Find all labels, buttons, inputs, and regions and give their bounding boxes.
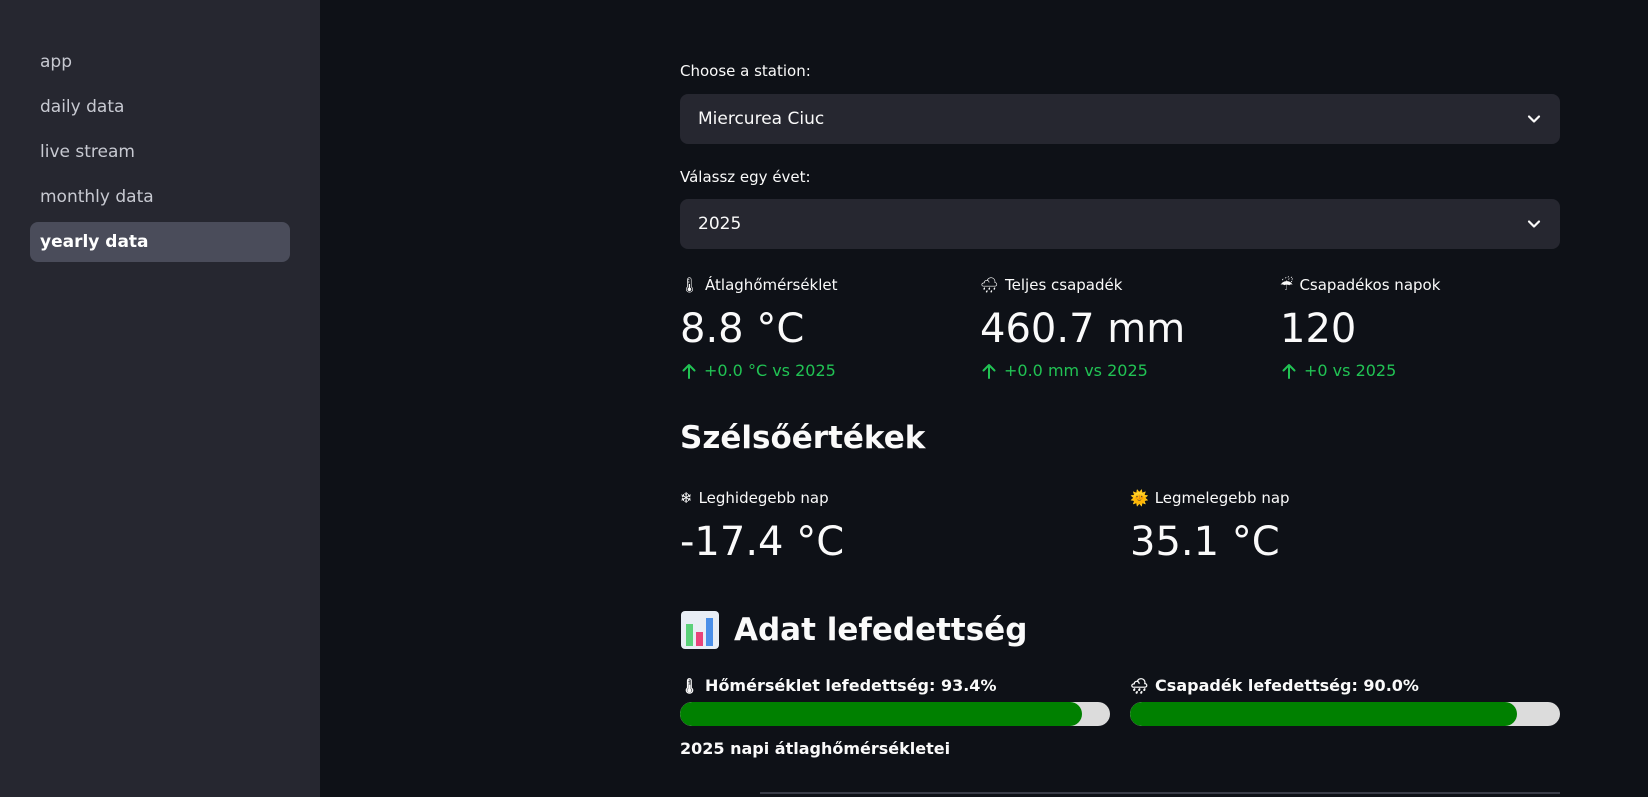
metric-value: -17.4 °C [680, 519, 845, 565]
metric-value: 460.7 mm [980, 306, 1186, 352]
station-select-label: Choose a station: [680, 62, 811, 80]
main-content: Choose a station: Miercurea Ciuc Válassz… [680, 0, 1560, 797]
arrow-up-icon [982, 363, 996, 379]
metric-label: Leghidegebb nap [698, 489, 829, 507]
metric-warmest-day: 🌞 Legmelegebb nap 35.1 °C [1130, 488, 1290, 566]
temperature-coverage-text: Hőmérséklet lefedettség: 93.4% [705, 676, 997, 695]
year-select[interactable]: 2025 [680, 199, 1560, 249]
metric-delta: +0.0 mm vs 2025 [980, 361, 1185, 380]
metric-label: Legmelegebb nap [1154, 489, 1290, 507]
bar-chart-icon [681, 611, 719, 649]
year-select-label: Válassz egy évet: [680, 168, 811, 186]
metric-total-precipitation: 🌧 Teljes csapadék 460.7 mm +0.0 mm vs 20… [980, 275, 1185, 380]
arrow-up-icon [682, 363, 696, 379]
rain-cloud-icon: 🌧 [1130, 676, 1150, 695]
coverage-heading: Adat lefedettség [680, 610, 1027, 650]
precipitation-coverage-label: 🌧 Csapadék lefedettség: 90.0% [1130, 676, 1419, 695]
year-select-value: 2025 [698, 214, 742, 234]
snowflake-icon: ❄ [680, 489, 693, 507]
temperature-coverage-bar [680, 702, 1110, 726]
metric-label: Csapadékos napok [1299, 276, 1441, 294]
metric-label: Átlaghőmérséklet [705, 276, 838, 294]
chevron-down-icon [1527, 115, 1541, 123]
metric-value: 120 [1280, 306, 1357, 352]
metric-delta: +0 vs 2025 [1280, 361, 1440, 380]
metric-coldest-day: ❄ Leghidegebb nap -17.4 °C [680, 488, 844, 566]
sidebar-item-live-stream[interactable]: live stream [30, 132, 290, 172]
metric-rainy-days: ☔ Csapadékos napok 120 +0 vs 2025 [1280, 275, 1440, 380]
metric-label: Teljes csapadék [1005, 276, 1123, 294]
sidebar-item-daily-data[interactable]: daily data [30, 87, 290, 127]
metric-delta: +0.0 °C vs 2025 [680, 361, 838, 380]
umbrella-icon: ☔ [1280, 276, 1294, 294]
precipitation-coverage-bar [1130, 702, 1560, 726]
coverage-heading-text: Adat lefedettség [734, 612, 1028, 648]
station-select[interactable]: Miercurea Ciuc [680, 94, 1560, 144]
precipitation-coverage-fill [1130, 702, 1517, 726]
chart-caption: 2025 napi átlaghőmérsékletei [680, 739, 951, 758]
sidebar: app daily data live stream monthly data … [0, 0, 320, 797]
sidebar-item-yearly-data[interactable]: yearly data [30, 222, 290, 262]
sidebar-item-monthly-data[interactable]: monthly data [30, 177, 290, 217]
precipitation-coverage-text: Csapadék lefedettség: 90.0% [1155, 676, 1419, 695]
extremes-heading: Szélsőértékek [680, 420, 926, 456]
temperature-coverage-fill [680, 702, 1082, 726]
temperature-coverage-label: 🌡 Hőmérséklet lefedettség: 93.4% [680, 676, 996, 695]
sidebar-nav: app daily data live stream monthly data … [30, 42, 290, 267]
metric-delta-text: +0.0 mm vs 2025 [1004, 361, 1148, 380]
sun-icon: 🌞 [1130, 489, 1149, 507]
arrow-up-icon [1282, 363, 1296, 379]
thermometer-icon: 🌡 [680, 276, 700, 294]
chart-top-edge [760, 792, 1560, 794]
station-select-value: Miercurea Ciuc [698, 109, 825, 129]
metric-average-temperature: 🌡 Átlaghőmérséklet 8.8 °C +0.0 °C vs 202… [680, 275, 838, 380]
metric-value: 8.8 °C [680, 306, 805, 352]
thermometer-icon: 🌡 [680, 676, 700, 695]
chevron-down-icon [1527, 220, 1541, 228]
sidebar-item-app[interactable]: app [30, 42, 290, 82]
metric-delta-text: +0 vs 2025 [1304, 361, 1397, 380]
rain-cloud-icon: 🌧 [980, 276, 1000, 294]
metric-value: 35.1 °C [1130, 519, 1280, 565]
metric-delta-text: +0.0 °C vs 2025 [704, 361, 836, 380]
